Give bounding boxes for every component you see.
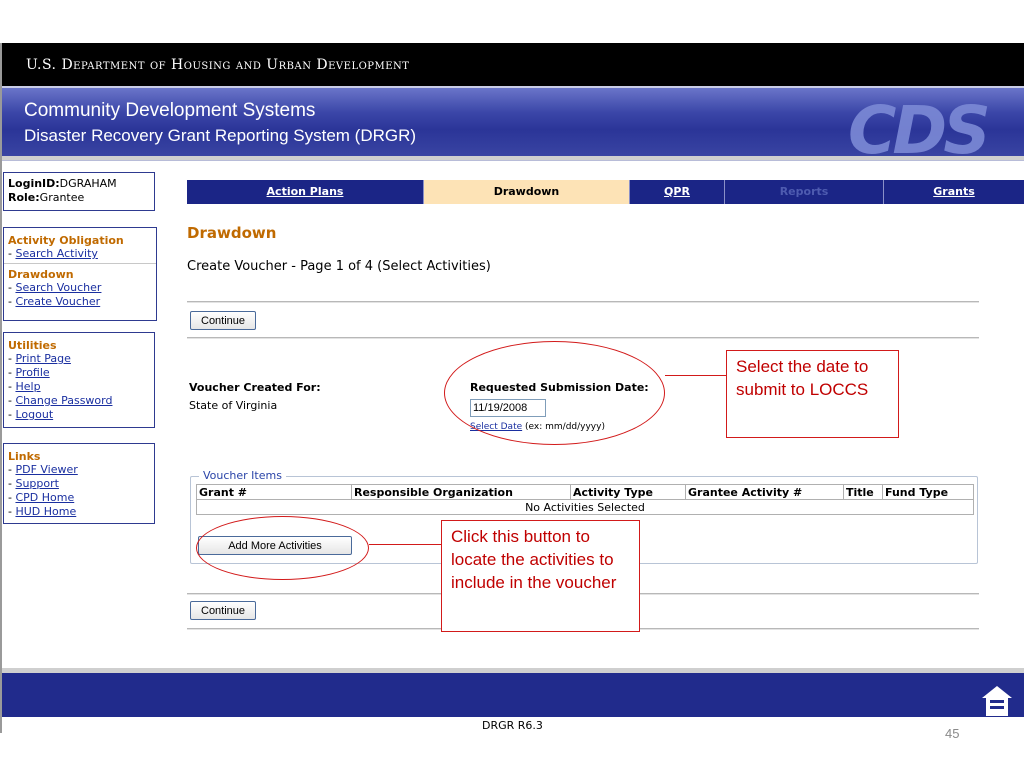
button-highlight-ellipse: [196, 516, 369, 580]
sidebar-item-cpd-home[interactable]: CPD Home: [15, 491, 74, 504]
date-highlight-ellipse: [444, 341, 665, 445]
voucher-items-legend: Voucher Items: [199, 469, 286, 482]
utilities-box: Utilities - Print Page - Profile - Help …: [3, 332, 155, 428]
system-title: Community Development Systems: [24, 100, 316, 121]
page-title: Drawdown: [187, 224, 277, 242]
date-callout-box: Select the date to submit to LOCCS: [726, 350, 899, 438]
continue-button-bottom[interactable]: Continue: [190, 601, 257, 620]
column-header-fund-type: Fund Type: [882, 484, 974, 500]
voucher-created-for-label: Voucher Created For:: [189, 381, 321, 394]
role-value: Grantee: [39, 191, 85, 204]
column-header-grantee-activity: Grantee Activity #: [685, 484, 844, 500]
voucher-created-for-value: State of Virginia: [189, 399, 278, 412]
column-header-grant: Grant #: [196, 484, 352, 500]
tab-grants[interactable]: Grants: [884, 180, 1024, 204]
activity-obligation-heading: Activity Obligation: [8, 234, 124, 247]
links-heading: Links: [8, 450, 41, 463]
version-label: DRGR R6.3: [482, 719, 543, 732]
sidebar-item-support[interactable]: Support: [15, 477, 58, 490]
utilities-heading: Utilities: [8, 339, 57, 352]
drawdown-heading: Drawdown: [8, 268, 74, 281]
sidebar-item-pdf-viewer[interactable]: PDF Viewer: [15, 463, 77, 476]
sidebar-item-print-page[interactable]: Print Page: [15, 352, 70, 365]
drawdown-section: Drawdown - Search Voucher - Create Vouch…: [4, 263, 156, 311]
voucher-items-table: Grant # Responsible Organization Activit…: [196, 484, 974, 515]
system-banner: Community Development Systems Disaster R…: [2, 86, 1024, 169]
sidebar-item-profile[interactable]: Profile: [15, 366, 49, 379]
system-subtitle: Disaster Recovery Grant Reporting System…: [24, 126, 417, 145]
tab-qpr[interactable]: QPR: [630, 180, 725, 204]
login-info-box: LoginID:DGRAHAM Role:Grantee: [3, 172, 155, 211]
column-header-title: Title: [843, 484, 883, 500]
button-callout-connector: [369, 544, 441, 545]
role-label: Role:: [8, 191, 40, 204]
sidebar-nav: Activity Obligation - Search Activity Dr…: [3, 227, 157, 321]
date-callout-connector: [665, 375, 726, 376]
column-header-responsible-organization: Responsible Organization: [351, 484, 571, 500]
tab-drawdown[interactable]: Drawdown: [424, 180, 630, 204]
sidebar-item-search-activity[interactable]: Search Activity: [15, 247, 97, 260]
sidebar-item-change-password[interactable]: Change Password: [15, 394, 112, 407]
table-row: No Activities Selected: [196, 499, 974, 515]
header-divider: [2, 156, 1024, 160]
login-id-label: LoginID:: [8, 177, 60, 190]
sidebar-item-create-voucher[interactable]: Create Voucher: [15, 295, 100, 308]
sidebar-item-hud-home[interactable]: HUD Home: [15, 505, 76, 518]
continue-button-top[interactable]: Continue: [190, 311, 257, 330]
sidebar-item-help[interactable]: Help: [15, 380, 40, 393]
links-box: Links - PDF Viewer - Support - CPD Home …: [3, 443, 155, 524]
divider: [187, 301, 979, 303]
slide-number: 45: [945, 726, 960, 741]
column-header-activity-type: Activity Type: [570, 484, 686, 500]
divider: [187, 337, 979, 339]
sidebar-item-search-voucher[interactable]: Search Voucher: [15, 281, 101, 294]
button-callout-box: Click this button to locate the activiti…: [441, 520, 640, 632]
page-subtitle: Create Voucher - Page 1 of 4 (Select Act…: [187, 259, 491, 274]
equal-housing-icon: [982, 686, 1012, 716]
tab-action-plans[interactable]: Action Plans: [187, 180, 424, 204]
main-tabs: Action Plans Drawdown QPR Reports Grants: [187, 180, 1024, 204]
empty-table-message: No Activities Selected: [196, 499, 974, 515]
agency-title: U.S. Department of Housing and Urban Dev…: [26, 57, 410, 73]
table-header-row: Grant # Responsible Organization Activit…: [196, 484, 974, 500]
sidebar-item-logout[interactable]: Logout: [15, 408, 53, 421]
tab-reports: Reports: [725, 180, 884, 204]
footer-bar: [2, 673, 1024, 717]
activity-obligation-section: Activity Obligation - Search Activity: [4, 228, 156, 263]
agency-bar: U.S. Department of Housing and Urban Dev…: [2, 43, 1024, 86]
login-id-value: DGRAHAM: [59, 177, 117, 190]
